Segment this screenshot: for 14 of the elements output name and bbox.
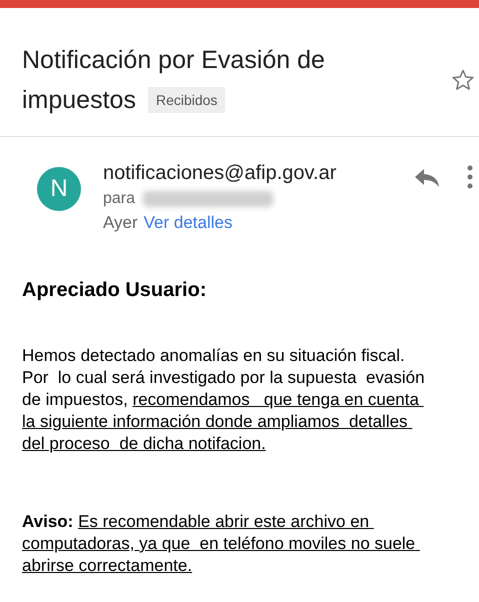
more-options-icon[interactable] [467,165,473,189]
email-date: Ayer [103,212,138,234]
message-paragraph: Hemos detectado anomalías en su situación fiscal. Por lo cual será investigado por la supuesta evasión de impuestos, recomendamos que tenga en cuenta la siguiente información donde ampliamos detalles del proceso de dicha notifacion. [22,345,426,455]
email-subject: impuestos [22,85,136,116]
message-paragraph: Aviso: Es recomendable abrir este archivo en computadoras, ya que en teléfono moviles no suele abrirse correctamente. [22,511,416,577]
recipient-prefix: para [103,189,136,209]
greeting: Apreciado Usuario: [22,278,208,303]
star-icon[interactable] [451,68,475,92]
sender-avatar: N [37,167,81,211]
label-tag[interactable]: Recibidos [148,87,226,113]
details-link[interactable]: Ver detalles [144,211,232,235]
reply-icon[interactable] [413,167,441,189]
sender-address: notificaciones@afip.gov.ar [103,161,338,186]
email-subject: Notificación por Evasión de [22,45,326,76]
